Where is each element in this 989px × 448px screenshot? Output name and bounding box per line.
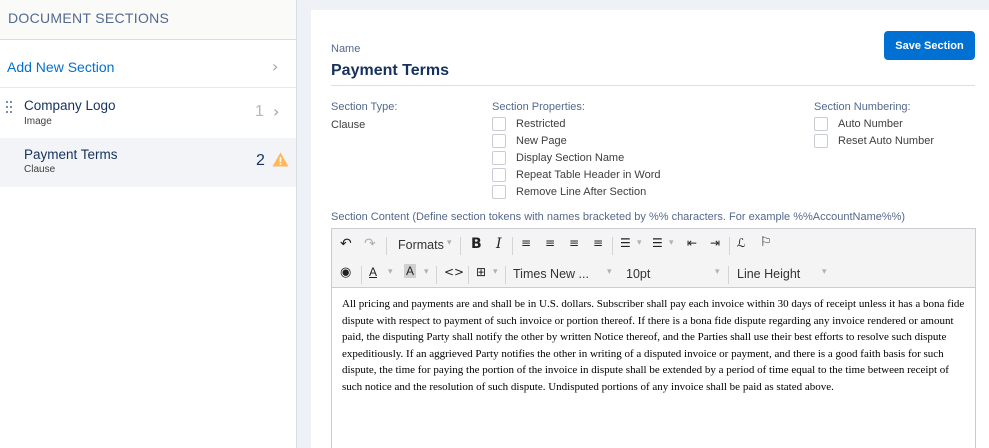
add-new-section-row[interactable]: Add New Section › (0, 46, 296, 88)
section-number: 2 (256, 152, 265, 169)
chevron-down-icon: ▾ (388, 267, 393, 277)
name-label: Name (331, 43, 361, 55)
auto-number-checkbox[interactable] (814, 117, 828, 131)
text-color-icon[interactable]: A (369, 265, 377, 279)
property-remove-line[interactable]: Remove Line After Section (492, 185, 646, 199)
section-item-company-logo[interactable]: Company Logo Image 1 › (0, 89, 296, 138)
chevron-right-icon: › (273, 102, 280, 121)
display-section-name-checkbox[interactable] (492, 151, 506, 165)
checkbox-label: Display Section Name (516, 152, 625, 164)
property-restricted[interactable]: Restricted (492, 117, 566, 131)
align-left-icon[interactable]: ≡ (521, 236, 531, 250)
add-new-section-link[interactable]: Add New Section (7, 59, 114, 75)
align-center-icon[interactable]: ≡ (545, 236, 555, 250)
editor-toolbar: ↶ ↷ Formats ▾ B I ≡ ≡ ≡ ≡ ☰ ▾ ☰ ▾ ⇤ ⇥ ℒ … (332, 229, 975, 288)
remove-line-checkbox[interactable] (492, 185, 506, 199)
section-type: Image (24, 116, 52, 127)
section-type: Clause (24, 164, 56, 175)
line-height-select[interactable]: Line Height (737, 267, 800, 281)
background-color-icon[interactable]: A (404, 264, 417, 278)
chevron-down-icon: ▾ (493, 267, 498, 277)
indent-icon[interactable]: ⇥ (710, 236, 720, 250)
editor-content[interactable]: All pricing and payments are and shall b… (332, 288, 975, 396)
section-name: Payment Terms (331, 62, 449, 79)
section-type-value: Clause (331, 119, 366, 131)
rich-text-editor[interactable]: ↶ ↷ Formats ▾ B I ≡ ≡ ≡ ≡ ☰ ▾ ☰ ▾ ⇤ ⇥ ℒ … (331, 228, 976, 448)
section-editor-panel: Name Payment Terms Save Section Section … (311, 10, 989, 448)
restricted-checkbox[interactable] (492, 117, 506, 131)
bold-icon[interactable]: B (471, 236, 482, 252)
undo-icon[interactable]: ↶ (340, 236, 352, 252)
section-title: Company Logo (24, 98, 116, 113)
table-icon[interactable]: ⊞ (476, 265, 486, 279)
section-content-label: Section Content (Define section tokens w… (331, 211, 906, 223)
chevron-down-icon: ▾ (822, 267, 827, 277)
link-icon[interactable]: ℒ (737, 236, 746, 250)
property-repeat-table-header[interactable]: Repeat Table Header in Word (492, 168, 661, 182)
chevron-down-icon: ▾ (669, 238, 674, 248)
preview-eye-icon[interactable]: ◉ (340, 265, 351, 280)
section-type-label: Section Type: (331, 101, 398, 113)
warning-icon (272, 152, 289, 167)
checkbox-label: Remove Line After Section (516, 186, 647, 198)
document-sections-panel: DOCUMENT SECTIONS Add New Section › Comp… (0, 0, 297, 448)
section-numbering-label: Section Numbering: (814, 101, 911, 113)
section-title: Payment Terms (24, 147, 118, 162)
source-code-icon[interactable]: <> (444, 265, 464, 279)
new-page-checkbox[interactable] (492, 134, 506, 148)
checkbox-label: New Page (516, 135, 567, 147)
find-replace-icon[interactable]: ⚐ (760, 235, 772, 250)
italic-icon[interactable]: I (496, 236, 502, 252)
chevron-down-icon: ▾ (607, 267, 612, 277)
section-number: 1 (255, 103, 264, 120)
chevron-down-icon: ▾ (424, 267, 429, 277)
chevron-down-icon: ▾ (447, 238, 452, 248)
repeat-table-header-checkbox[interactable] (492, 168, 506, 182)
formats-dropdown[interactable]: Formats (398, 238, 444, 252)
font-size-select[interactable]: 10pt (626, 267, 650, 281)
property-new-page[interactable]: New Page (492, 134, 567, 148)
numbering-auto-number[interactable]: Auto Number (814, 117, 903, 131)
bullet-list-icon[interactable]: ☰ (620, 236, 631, 250)
drag-handle-icon[interactable] (6, 101, 14, 117)
checkbox-label: Reset Auto Number (838, 135, 934, 147)
align-right-icon[interactable]: ≡ (569, 236, 579, 250)
checkbox-label: Auto Number (838, 118, 903, 130)
sections-header: DOCUMENT SECTIONS (0, 0, 296, 40)
numbering-reset-auto-number[interactable]: Reset Auto Number (814, 134, 934, 148)
divider (331, 85, 975, 86)
section-item-payment-terms[interactable]: Payment Terms Clause 2 (0, 138, 296, 187)
save-section-button[interactable]: Save Section (884, 31, 975, 60)
chevron-right-icon: › (272, 57, 279, 76)
chevron-down-icon: ▾ (715, 267, 720, 277)
redo-icon[interactable]: ↷ (364, 236, 376, 252)
property-display-section-name[interactable]: Display Section Name (492, 151, 624, 165)
section-properties-label: Section Properties: (492, 101, 585, 113)
align-justify-icon[interactable]: ≡ (593, 236, 603, 250)
checkbox-label: Repeat Table Header in Word (516, 169, 661, 181)
checkbox-label: Restricted (516, 118, 566, 130)
chevron-down-icon: ▾ (637, 238, 642, 248)
numbered-list-icon[interactable]: ☰ (652, 236, 663, 250)
reset-auto-number-checkbox[interactable] (814, 134, 828, 148)
outdent-icon[interactable]: ⇤ (687, 236, 697, 250)
font-family-select[interactable]: Times New ... (513, 267, 589, 281)
